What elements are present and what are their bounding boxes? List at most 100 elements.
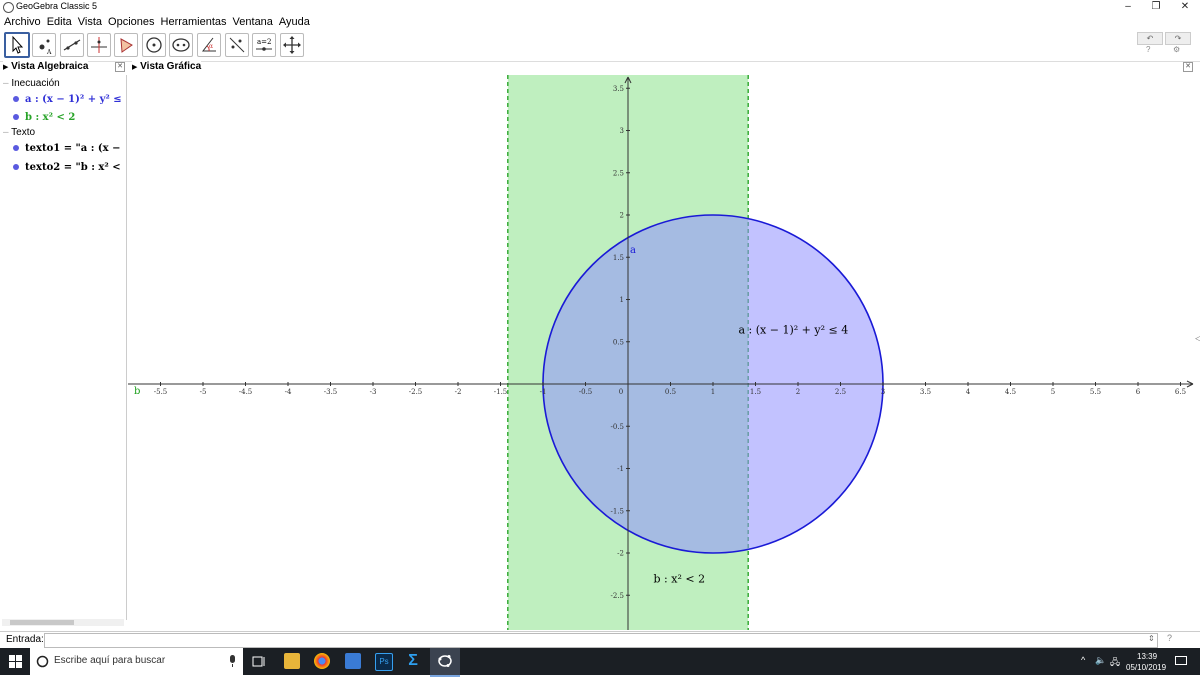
microphone-icon[interactable] — [228, 655, 237, 668]
collapse-triangle-icon[interactable]: ▶ — [3, 64, 8, 71]
y-tick-label: -2.5 — [611, 592, 625, 600]
algebra-item-b[interactable]: b : x² < 2 — [13, 112, 75, 123]
perpendicular-tool-button[interactable] — [87, 33, 111, 57]
visibility-toggle-icon[interactable] — [13, 96, 19, 102]
task-view-icon[interactable] — [252, 655, 266, 668]
circle-tool-button[interactable] — [142, 33, 166, 57]
group-header-texto[interactable]: – Texto — [3, 127, 35, 138]
menu-archivo[interactable]: Archivo — [0, 14, 43, 28]
visibility-toggle-icon[interactable] — [13, 145, 19, 151]
graphics-canvas[interactable]: -5.5 -5 -4.5 -4 -3.5 -3 -2.5 -2 -1.5 -1 -0.5 0 0.5 1 1… — [128, 75, 1195, 630]
horizontal-scrollbar[interactable] — [2, 619, 124, 626]
close-algebra-view-icon[interactable]: ✕ — [115, 62, 125, 72]
visibility-toggle-icon[interactable] — [13, 164, 19, 170]
polygon-icon — [120, 38, 133, 53]
menu-herramientas[interactable]: Herramientas — [157, 14, 229, 28]
settings-icon[interactable]: ⚙ — [1173, 45, 1180, 54]
graphics-view-header: ▶ Vista Gráfica — [132, 61, 202, 75]
scrollbar-thumb[interactable] — [10, 620, 74, 625]
graphics-view-title: Vista Gráfica — [140, 61, 202, 72]
y-tick-label: 2.5 — [613, 169, 624, 177]
clock-date[interactable]: 05/10/2019 — [1126, 663, 1166, 672]
move-tool-button[interactable] — [4, 32, 30, 58]
volume-icon[interactable]: 🔈 — [1095, 655, 1106, 666]
y-tick-label: -1.5 — [611, 507, 625, 515]
x-tick-label: -5 — [200, 388, 207, 396]
move-graphics-view-icon — [283, 36, 301, 54]
chrome-icon[interactable] — [314, 653, 330, 669]
menu-ayuda[interactable]: Ayuda — [275, 14, 312, 28]
y-tick-label: 1 — [620, 296, 624, 304]
menu-edita[interactable]: Edita — [43, 14, 74, 28]
algebra-view: – Inecuación a : (x − 1)² + y² ≤ b : x² … — [0, 75, 127, 626]
photoshop-icon[interactable]: Ps — [375, 653, 393, 671]
file-explorer-icon[interactable] — [284, 653, 300, 669]
x-tick-label: -4.5 — [239, 388, 253, 396]
input-field[interactable] — [44, 633, 1158, 648]
text-object-a[interactable]: a : (x − 1)² + y² ≤ 4 — [739, 323, 849, 336]
menu-ventana[interactable]: Ventana — [229, 14, 275, 28]
undo-button[interactable]: ↶ — [1137, 32, 1163, 45]
windows-start-icon[interactable] — [9, 655, 22, 668]
strip-label[interactable]: b — [134, 386, 140, 397]
x-tick-label: -1 — [540, 388, 547, 396]
reflect-line-icon — [229, 37, 245, 53]
algebra-view-title: Vista Algebraica — [11, 61, 89, 72]
conic-tool-button[interactable] — [169, 33, 193, 57]
y-tick-label: -0.5 — [611, 423, 625, 431]
angle-tool-button[interactable]: α — [197, 33, 221, 57]
close-button[interactable]: ✕ — [1170, 0, 1200, 14]
point-tool-button[interactable]: A — [32, 33, 56, 57]
input-history-icon[interactable]: ⇕ — [1148, 634, 1155, 643]
help-icon[interactable]: ? — [1146, 45, 1150, 54]
y-tick-label: 3.5 — [613, 85, 624, 93]
x-tick-label: 5.5 — [1090, 388, 1101, 396]
input-help-icon[interactable]: ? — [1167, 633, 1172, 643]
clock-time[interactable]: 13:39 — [1137, 652, 1157, 661]
notifications-icon[interactable] — [1175, 656, 1187, 667]
algebra-view-header: ▶ Vista Algebraica — [3, 61, 89, 75]
restore-button[interactable]: ❐ — [1141, 0, 1171, 14]
expand-sidebar-icon[interactable]: ◁ — [1195, 333, 1200, 344]
x-tick-label: -1.5 — [494, 388, 508, 396]
collapse-triangle-icon[interactable]: ▶ — [132, 64, 137, 71]
algebra-item-a[interactable]: a : (x − 1)² + y² ≤ — [13, 94, 122, 105]
visibility-toggle-icon[interactable] — [13, 114, 19, 120]
sigma-app-icon[interactable]: Σ — [405, 653, 421, 669]
text-object-b[interactable]: b : x² < 2 — [654, 573, 706, 586]
minimize-button[interactable]: – — [1113, 0, 1143, 14]
algebra-item-texto2[interactable]: texto2 = "b : x² < — [13, 162, 121, 173]
y-tick-label: 1.5 — [613, 254, 624, 262]
group-header-inecuacion[interactable]: – Inecuación — [3, 78, 60, 89]
x-tick-label: 5 — [1051, 388, 1055, 396]
media-player-icon[interactable] — [345, 653, 361, 669]
algebra-item-texto1[interactable]: texto1 = "a : (x − — [13, 143, 120, 154]
taskbar-search-box[interactable]: Escribe aquí para buscar — [30, 648, 243, 675]
move-view-tool-button[interactable] — [280, 33, 304, 57]
polygon-tool-button[interactable] — [114, 33, 138, 57]
redo-button[interactable]: ↷ — [1165, 32, 1191, 45]
svg-text:a=2: a=2 — [257, 38, 272, 46]
graphics-view[interactable]: -5.5 -5 -4.5 -4 -3.5 -3 -2.5 -2 -1.5 -1 -0.5 0 0.5 1 1… — [128, 75, 1195, 630]
menu-vista[interactable]: Vista — [74, 14, 104, 28]
windows-taskbar: Escribe aquí para buscar Ps Σ ^ 🔈 🖧 13:3… — [0, 648, 1200, 677]
x-tick-label: 4.5 — [1005, 388, 1016, 396]
circle-label[interactable]: a — [630, 245, 636, 256]
geogebra-taskbar-button[interactable] — [430, 648, 460, 677]
slider-tool-button[interactable]: a=2 — [252, 33, 276, 57]
y-tick-label: 2 — [620, 212, 624, 220]
slider-icon: a=2 — [256, 38, 272, 51]
network-icon[interactable]: 🖧 — [1110, 655, 1120, 671]
reflect-tool-button[interactable] — [225, 33, 249, 57]
menu-opciones[interactable]: Opciones — [104, 14, 156, 28]
cursor-arrow-icon — [12, 35, 24, 54]
line-tool-button[interactable] — [60, 33, 84, 57]
x-tick-label: 0.5 — [665, 388, 676, 396]
ellipse-icon — [172, 38, 190, 52]
toolbar: A α a=2 ↶ ↷ ? ⚙ — [0, 31, 1200, 62]
y-tick-label: 0.5 — [613, 338, 624, 346]
close-graphics-view-icon[interactable]: ✕ — [1183, 62, 1193, 72]
circle-icon — [146, 37, 162, 53]
tray-expand-icon[interactable]: ^ — [1081, 655, 1085, 665]
x-tick-label: 1.5 — [750, 388, 761, 396]
